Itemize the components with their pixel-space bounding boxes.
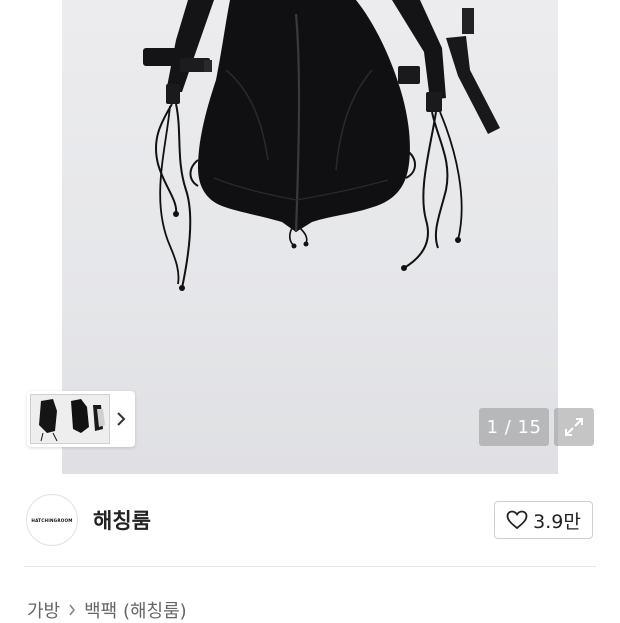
expand-arrows-icon: [565, 418, 583, 436]
thumbnail-next-button[interactable]: [110, 394, 132, 444]
image-counter: 1 / 15: [479, 408, 549, 446]
breadcrumb-item-category[interactable]: 가방: [27, 597, 60, 623]
shop-name[interactable]: 해칭룸: [93, 505, 151, 535]
shop-logo[interactable]: HATCHINGROOM: [26, 494, 78, 546]
breadcrumb-item-subcategory[interactable]: 백팩 (해칭룸): [84, 597, 187, 623]
thumbnail-strip: [27, 391, 135, 447]
chevron-right-icon: [69, 604, 76, 616]
breadcrumb: 가방 백팩 (해칭룸): [27, 597, 187, 623]
section-divider: [24, 566, 596, 567]
shop-info: HATCHINGROOM 해칭룸 3.9만: [0, 474, 620, 566]
chevron-right-icon: [117, 412, 126, 426]
like-button[interactable]: 3.9만: [494, 501, 593, 539]
heart-outline-icon: [506, 510, 528, 530]
shop-logo-text: HATCHINGROOM: [31, 517, 73, 523]
like-count: 3.9만: [533, 510, 581, 533]
product-gallery[interactable]: 1 / 15: [0, 0, 620, 474]
thumbnail-image[interactable]: [30, 394, 110, 444]
expand-button[interactable]: [554, 408, 594, 446]
